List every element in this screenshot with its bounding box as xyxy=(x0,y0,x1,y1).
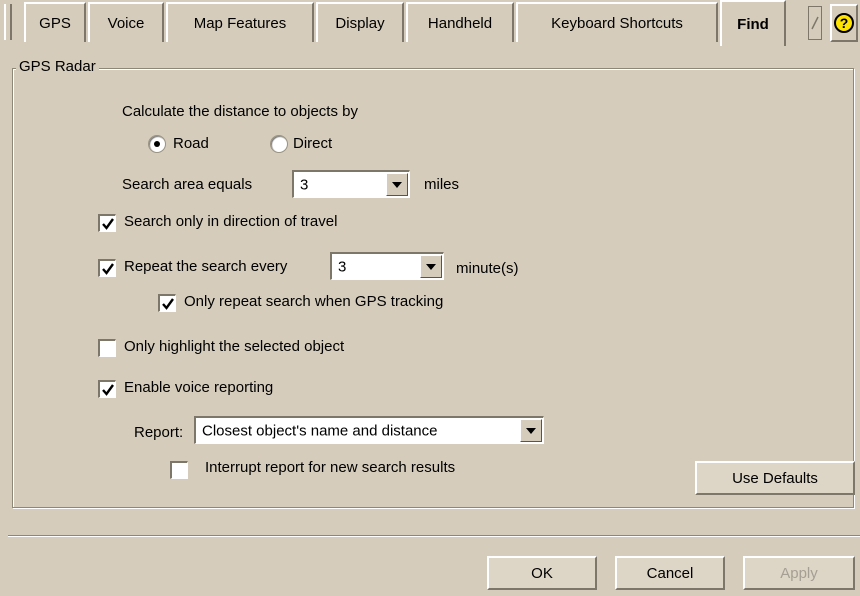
search-area-label: Search area equals xyxy=(122,176,253,193)
checkmark-icon xyxy=(101,383,114,396)
apply-button[interactable]: Apply xyxy=(743,556,855,590)
repeat-interval-value: 3 xyxy=(338,258,347,275)
voice-reporting-checkbox[interactable] xyxy=(98,380,116,398)
use-defaults-button[interactable]: Use Defaults xyxy=(695,461,855,495)
search-area-dropdown-button[interactable] xyxy=(386,173,408,196)
direct-radio[interactable] xyxy=(270,135,288,153)
tab-handheld[interactable]: Handheld xyxy=(406,2,514,42)
checkmark-icon xyxy=(161,297,174,310)
search-area-value: 3 xyxy=(300,176,309,193)
radio-selected-dot xyxy=(154,141,160,147)
voice-reporting-label[interactable]: Enable voice reporting xyxy=(124,379,273,396)
search-area-unit: miles xyxy=(424,176,460,193)
search-area-select[interactable]: 3 xyxy=(292,170,410,198)
tab-voice[interactable]: Voice xyxy=(88,2,164,42)
interrupt-report-checkbox[interactable] xyxy=(170,461,188,479)
ok-button[interactable]: OK xyxy=(487,556,597,590)
checkmark-icon xyxy=(101,217,114,230)
chevron-down-icon xyxy=(426,263,436,270)
report-dropdown-button[interactable] xyxy=(520,419,542,442)
tab-display[interactable]: Display xyxy=(316,2,404,42)
tab-keyboard-shortcuts[interactable]: Keyboard Shortcuts xyxy=(516,2,718,42)
repeat-interval-select[interactable]: 3 xyxy=(330,252,444,280)
report-value: Closest object's name and distance xyxy=(202,422,438,439)
interrupt-report-label[interactable]: Interrupt report for new search results xyxy=(205,459,455,476)
distance-label: Calculate the distance to objects by xyxy=(122,103,358,120)
highlight-selected-checkbox[interactable] xyxy=(98,339,116,357)
repeat-gps-label[interactable]: Only repeat search when GPS tracking xyxy=(184,293,443,310)
tab-scroll-icon xyxy=(811,16,819,30)
tab-bar: GPS Voice Map Features Display Handheld … xyxy=(0,0,860,46)
report-label: Report: xyxy=(134,424,184,441)
help-icon: ? xyxy=(834,13,854,33)
tab-scroll-button[interactable] xyxy=(808,6,822,40)
repeat-search-label[interactable]: Repeat the search every xyxy=(124,258,287,275)
chevron-down-icon xyxy=(526,427,536,434)
highlight-selected-label[interactable]: Only highlight the selected object xyxy=(124,338,344,355)
help-button[interactable]: ? xyxy=(830,4,858,42)
divider xyxy=(8,535,860,537)
road-label[interactable]: Road xyxy=(173,135,209,152)
group-title: GPS Radar xyxy=(16,58,99,75)
tab-find[interactable]: Find xyxy=(720,0,786,46)
road-radio[interactable] xyxy=(148,135,166,153)
repeat-interval-unit: minute(s) xyxy=(456,260,519,277)
checkmark-icon xyxy=(101,262,114,275)
repeat-search-checkbox[interactable] xyxy=(98,259,116,277)
tab-gps[interactable]: GPS xyxy=(24,2,86,42)
cancel-button[interactable]: Cancel xyxy=(615,556,725,590)
repeat-interval-dropdown-button[interactable] xyxy=(420,255,442,278)
direction-only-label[interactable]: Search only in direction of travel xyxy=(124,213,337,230)
direct-label[interactable]: Direct xyxy=(293,135,332,152)
report-select[interactable]: Closest object's name and distance xyxy=(194,416,544,444)
tab-map-features[interactable]: Map Features xyxy=(166,2,314,42)
tab-overflow-left[interactable] xyxy=(4,4,12,40)
direction-only-checkbox[interactable] xyxy=(98,214,116,232)
repeat-gps-checkbox[interactable] xyxy=(158,294,176,312)
chevron-down-icon xyxy=(392,181,402,188)
